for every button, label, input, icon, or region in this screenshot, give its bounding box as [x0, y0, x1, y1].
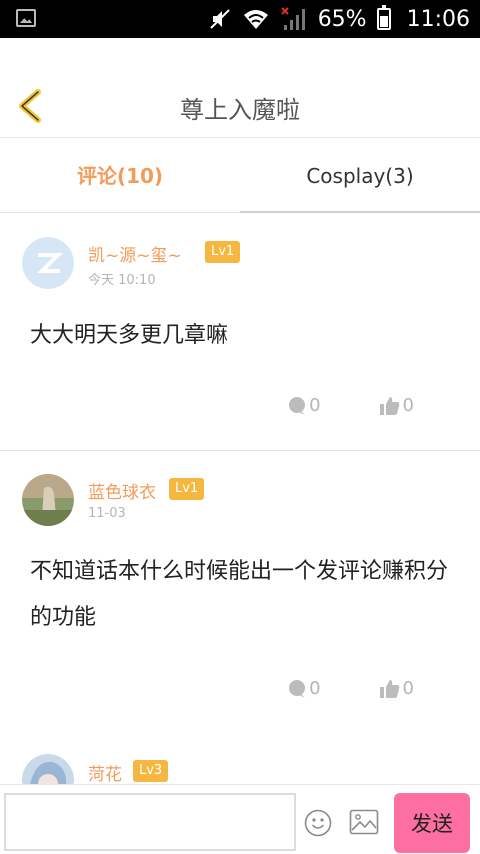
comment-username[interactable]: 菏花 — [88, 760, 122, 784]
like-count: 0 — [402, 678, 414, 699]
avatar[interactable] — [22, 474, 74, 526]
comment-username[interactable]: 凯~源~玺~ — [88, 241, 182, 266]
image-icon[interactable] — [349, 809, 379, 835]
reply-button[interactable]: 0 — [287, 678, 321, 699]
title-bar: 尊上入魔啦 — [0, 38, 480, 138]
comment-time: 今天 10:10 — [88, 273, 156, 288]
reply-button[interactable]: 0 — [287, 395, 321, 416]
like-button[interactable]: 0 — [379, 395, 414, 416]
thumbs-up-icon — [379, 396, 399, 415]
gallery-notification-icon — [16, 9, 36, 27]
comment-time: 11-03 — [88, 506, 126, 521]
tab-cosplay[interactable]: Cosplay(3) — [240, 139, 480, 213]
comment-input[interactable] — [4, 793, 296, 851]
status-bar: 65% 11:06 — [0, 0, 480, 38]
level-badge: Lv3 — [133, 760, 169, 782]
avatar[interactable] — [22, 237, 74, 289]
comment-item: 蓝色球衣 Lv1 11-03 不知道话本什么时候能出一个发评论赚积分的功能 0 … — [0, 452, 480, 732]
signal-icon — [280, 7, 305, 30]
wifi-icon — [243, 10, 268, 29]
reply-count: 0 — [309, 395, 321, 416]
send-button[interactable]: 发送 — [394, 793, 470, 853]
comment-item: 菏花 Lv3 — [0, 732, 480, 784]
thumbs-up-icon — [379, 679, 399, 698]
reply-count: 0 — [309, 678, 321, 699]
level-badge: Lv1 — [205, 241, 241, 263]
battery-icon — [376, 5, 391, 30]
comment-content: 不知道话本什么时候能出一个发评论赚积分的功能 — [30, 559, 449, 630]
comment-content: 大大明天多更几章嘛 — [30, 323, 229, 348]
mute-icon — [209, 9, 230, 29]
comment-bubble-icon — [289, 396, 306, 415]
level-badge: Lv1 — [169, 478, 205, 500]
page-title: 尊上入魔啦 — [180, 96, 300, 124]
avatar[interactable] — [22, 754, 74, 784]
like-button[interactable]: 0 — [379, 678, 414, 699]
comment-bubble-icon — [289, 679, 306, 698]
comment-username[interactable]: 蓝色球衣 — [88, 478, 156, 503]
comment-input-bar: 发送 — [0, 784, 480, 854]
comment-item: 凯~源~玺~ Lv1 今天 10:10 大大明天多更几章嘛 0 0 — [0, 215, 480, 451]
clock: 11:06 — [406, 6, 470, 32]
battery-percent: 65% — [317, 6, 367, 32]
emoji-icon[interactable] — [304, 809, 332, 837]
like-count: 0 — [402, 395, 414, 416]
tab-comments[interactable]: 评论(10) — [0, 139, 240, 213]
tab-bar: 评论(10) Cosplay(3) — [0, 139, 480, 215]
